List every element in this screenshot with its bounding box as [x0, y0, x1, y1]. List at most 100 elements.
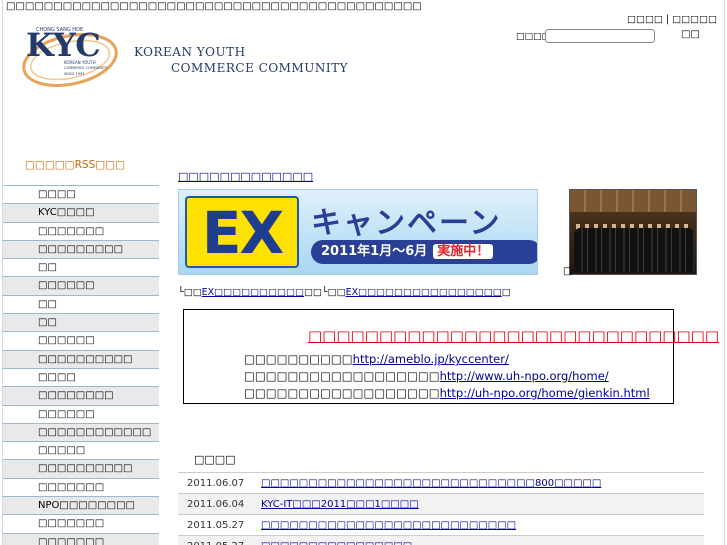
- ex-campaign-banner[interactable]: EX キャンペーン 2011年1月～6月 実施中！: [178, 189, 538, 275]
- banner-period-strip: 2011年1月～6月 実施中！: [311, 240, 537, 264]
- campaign-link-1[interactable]: EX□□□□□□□□□□: [202, 287, 304, 298]
- notice-box: □□□□□□□□□□□□□□□□□□□□□□□□□□□□□ □□□□□□□□□□…: [183, 309, 719, 404]
- sidebar-item-label[interactable]: □□□□□□□: [38, 226, 104, 237]
- sidebar-item[interactable]: □□□□□□□: [3, 514, 159, 533]
- notice-line-label: □□□□□□□□□□: [244, 352, 353, 366]
- news-row: 2011.06.04 KYC-IT□□□2011□□□1□□□□: [178, 493, 704, 514]
- sidebar-item-label[interactable]: □□□□□□: [38, 409, 95, 420]
- sidebar-item-label[interactable]: □□□□□□: [38, 280, 95, 291]
- photo-caption-mark: □: [563, 266, 573, 277]
- news-row: 2011.05.27□□□□□□□□□□□□□□□□: [178, 535, 704, 545]
- banner-title: キャンペーン: [311, 206, 502, 241]
- search-input[interactable]: [545, 29, 655, 43]
- sidebar-item[interactable]: □□□□□□□□□□□□: [3, 422, 159, 442]
- banner-status: 実施中！: [433, 244, 494, 259]
- sidebar-item-label[interactable]: □□□□□□□: [38, 518, 104, 529]
- sidebar-item-label[interactable]: □□□□□□□□□: [38, 244, 123, 255]
- sidebar-item[interactable]: □□□□□□: [3, 276, 159, 295]
- news-date: 2011.06.07: [187, 478, 245, 489]
- news-title-link[interactable]: KYC-IT□□□2011□□□1□□□□: [261, 499, 419, 510]
- campaign-link-2[interactable]: EX□□□□□□□□□□□□□□□□: [346, 287, 502, 298]
- logo-small-2: COMMERCE COMMUNITY: [64, 66, 108, 70]
- sidebar-item[interactable]: □□□□□□□□□□: [3, 459, 159, 478]
- news-row: 2011.05.27 □□□□□□□□□□□□□□□□□□□□□□□□□□□: [178, 514, 704, 535]
- section-heading-link[interactable]: □□□□□□□□□□□□□: [178, 170, 313, 183]
- sidebar-item[interactable]: □□□□□□□□: [3, 386, 159, 405]
- logo-small-top: CHONG SANG HOE: [36, 27, 83, 33]
- sidebar-item[interactable]: NPO□□□□□□□□: [3, 496, 159, 515]
- sidebar-item-label[interactable]: □□: [38, 262, 57, 273]
- news-title-link[interactable]: □□□□□□□□□□□□□□□□□□□□□□□□□□□□□800□□□□□: [261, 478, 601, 489]
- campaign-suffix: □: [501, 287, 511, 298]
- sidebar-item-label[interactable]: □□□□: [38, 189, 76, 200]
- utility-links: □□□□ | □□□□□: [627, 14, 717, 25]
- banner-period: 2011年1月～6月: [321, 244, 428, 259]
- sidebar-item[interactable]: □□□□□□: [3, 404, 159, 423]
- sidebar-item-label[interactable]: □□□□□: [38, 445, 85, 456]
- banner-ex-text: EX: [185, 196, 299, 268]
- tagline-line2: COMMERCE COMMUNITY: [171, 61, 349, 75]
- sidebar-item[interactable]: □□□□□: [3, 441, 159, 460]
- sidebar-item-label[interactable]: NPO□□□□□□□□: [38, 500, 135, 511]
- notice-line-label: □□□□□□□□□□□□□□□□□□: [244, 369, 440, 383]
- sidebar-item[interactable]: □□: [3, 313, 159, 332]
- sidebar-item-label[interactable]: □□□□□□□□□□□□: [38, 427, 151, 438]
- photo-ceiling: [570, 190, 696, 212]
- sidebar-item[interactable]: □□: [3, 294, 159, 314]
- top-banner-text: □□□□□□□□□□□□□□□□□□□□□□□□□□□□□□□□□□□□□□□□…: [6, 1, 422, 12]
- sidebar-item-label[interactable]: □□□□□□: [38, 335, 95, 346]
- sidebar-item-label[interactable]: □□□□: [38, 372, 76, 383]
- news-heading: □□□□: [194, 453, 236, 466]
- news-list: 2011.06.07 □□□□□□□□□□□□□□□□□□□□□□□□□□□□□8…: [178, 472, 704, 545]
- notice-line: □□□□□□□□□□□□□□□□□□http://uh-npo.org/home…: [244, 386, 650, 400]
- notice-line-url[interactable]: http://ameblo.jp/kyccenter/: [353, 352, 509, 366]
- sidebar-item[interactable]: □□□□: [3, 367, 159, 387]
- notice-line-url[interactable]: http://uh-npo.org/home/gienkin.html: [440, 386, 650, 400]
- sidebar-item-label[interactable]: □□: [38, 317, 57, 328]
- news-date: 2011.05.27: [187, 520, 245, 531]
- news-title-link[interactable]: □□□□□□□□□□□□□□□□□□□□□□□□□□□: [261, 520, 516, 531]
- util-separator: |: [665, 14, 670, 25]
- news-date: 2011.06.04: [187, 499, 245, 510]
- util-link-2[interactable]: □□□□□: [672, 14, 717, 25]
- logo-tagline: KOREAN YOUTH COMMERCE COMMUNITY: [134, 44, 348, 76]
- sidebar-item-label[interactable]: □□□□□□□: [38, 482, 104, 493]
- tagline-line1: KOREAN YOUTH: [134, 45, 246, 59]
- news-title-link[interactable]: □□□□□□□□□□□□□□□□: [261, 541, 412, 545]
- campaign-prefix-1: └□□: [178, 287, 202, 298]
- rss-link[interactable]: □□□□□RSS□□□: [25, 159, 125, 171]
- campaign-links: └□□EX□□□□□□□□□□□□└□□EX□□□□□□□□□□□□□□□□□: [178, 287, 511, 298]
- util-link-1[interactable]: □□□□: [627, 14, 663, 25]
- sidebar-item-label[interactable]: □□□□□□□□□□: [38, 463, 132, 474]
- sidebar-item-label[interactable]: □□: [38, 299, 57, 310]
- sidebar-item-label[interactable]: KYC□□□□: [38, 207, 95, 218]
- sidebar-item[interactable]: □□□□□□□□□: [3, 239, 159, 259]
- sidebar-item[interactable]: □□□□□□□: [3, 532, 159, 545]
- notice-line: □□□□□□□□□□http://ameblo.jp/kyccenter/: [244, 352, 509, 366]
- group-photo[interactable]: [569, 189, 697, 275]
- sidebar-item-label[interactable]: □□□□□□□□□□: [38, 354, 132, 365]
- sidebar-item-label[interactable]: □□□□□□□□: [38, 390, 114, 401]
- sidebar-item[interactable]: KYC□□□□: [3, 203, 159, 222]
- kyc-logo[interactable]: KYC CHONG SANG HOE KOREAN YOUTH COMMERCE…: [20, 24, 120, 88]
- search-button[interactable]: □□: [681, 29, 700, 40]
- logo-small-3: SINCE 1997: [64, 72, 85, 76]
- photo-people: [574, 228, 694, 272]
- logo-small-1: KOREAN YOUTH: [64, 60, 96, 65]
- notice-line: □□□□□□□□□□□□□□□□□□http://www.uh-npo.org/…: [244, 369, 609, 383]
- notice-line-url[interactable]: http://www.uh-npo.org/home/: [440, 369, 609, 383]
- kyc-logo-graphic: KYC CHONG SANG HOE KOREAN YOUTH COMMERCE…: [22, 26, 118, 87]
- news-date: 2011.05.27: [178, 536, 261, 545]
- sidebar-item[interactable]: □□□□: [3, 185, 159, 204]
- campaign-middle: □□└□□: [303, 287, 346, 298]
- notice-title-link[interactable]: □□□□□□□□□□□□□□□□□□□□□□□□□□□□□: [308, 327, 719, 345]
- sidebar-item[interactable]: □□□□□□□: [3, 477, 159, 497]
- sidebar-item[interactable]: □□□□□□: [3, 331, 159, 350]
- sidebar-item[interactable]: □□: [3, 258, 159, 277]
- sidebar-item[interactable]: □□□□□□□: [3, 221, 159, 240]
- notice-line-label: □□□□□□□□□□□□□□□□□□: [244, 386, 440, 400]
- sidebar-item-label[interactable]: □□□□□□□: [38, 537, 104, 545]
- sidebar-item[interactable]: □□□□□□□□□□: [3, 349, 159, 368]
- sidebar-nav: □□□□ KYC□□□□ □□□□□□□ □□□□□□□□□ □□ □□□□□□…: [3, 185, 159, 545]
- news-row: 2011.06.07 □□□□□□□□□□□□□□□□□□□□□□□□□□□□□8…: [178, 472, 704, 493]
